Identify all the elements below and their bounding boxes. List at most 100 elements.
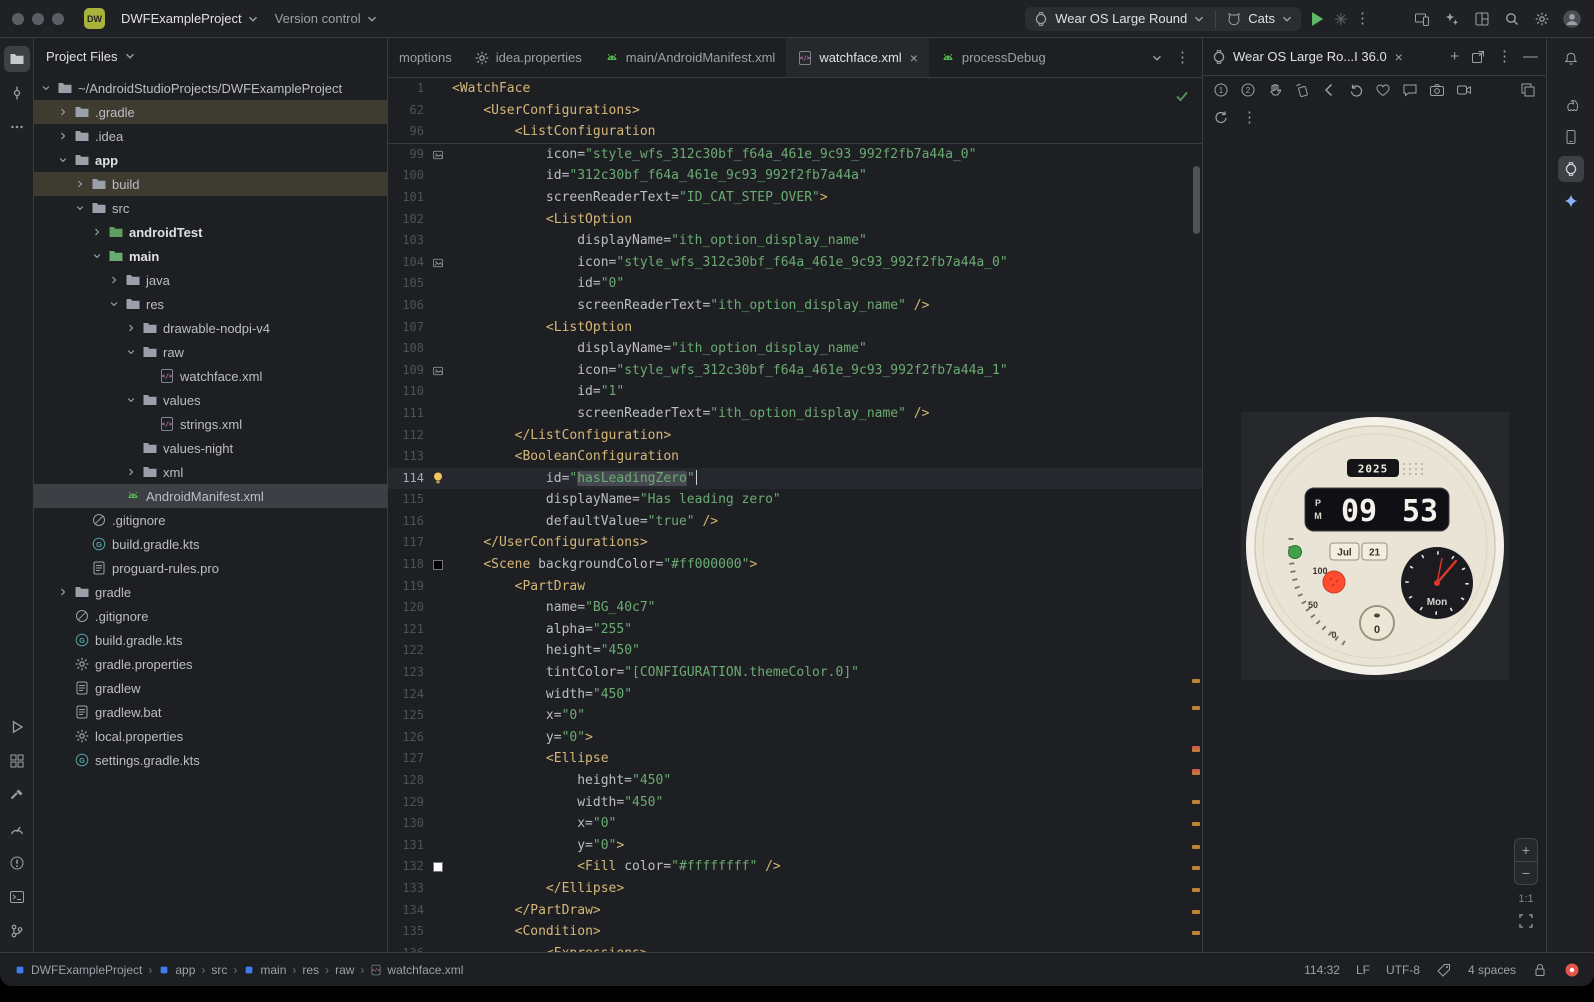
tree-item[interactable]: gradle xyxy=(34,580,387,604)
breadcrumb-item[interactable]: main xyxy=(243,963,286,977)
code-line-1[interactable]: 1 <WatchFace xyxy=(388,78,1202,100)
tilt-icon[interactable] xyxy=(1294,82,1310,98)
code-line-127[interactable]: 127 <Ellipse xyxy=(388,748,1202,770)
breadcrumb-item[interactable]: res xyxy=(302,963,319,977)
project-tool-button[interactable] xyxy=(3,46,30,72)
close-icon[interactable]: × xyxy=(1395,50,1403,64)
zoom-ratio[interactable]: 1:1 xyxy=(1518,893,1533,905)
minimize-window-button[interactable] xyxy=(32,12,44,25)
gradle-tool-button[interactable] xyxy=(1558,92,1584,118)
compare-screens-icon[interactable] xyxy=(1520,82,1536,98)
code-line-118[interactable]: 118 <Scene backgroundColor="#ff000000"> xyxy=(388,554,1202,576)
drawable-preview-icon[interactable] xyxy=(432,365,444,377)
code-line-119[interactable]: 119 <PartDraw xyxy=(388,576,1202,598)
code-line-114[interactable]: 114 id="hasLeadingZero" xyxy=(388,467,1202,490)
tree-item[interactable]: .idea xyxy=(34,124,387,148)
code-line-113[interactable]: 113 <BooleanConfiguration xyxy=(388,446,1202,468)
tree-item[interactable]: AndroidManifest.xml xyxy=(34,484,387,508)
heart-rate-icon[interactable] xyxy=(1375,82,1391,98)
code-line-128[interactable]: 128 height="450" xyxy=(388,770,1202,792)
hide-panel-icon[interactable]: — xyxy=(1523,49,1538,64)
code-line-123[interactable]: 123 tintColor="[CONFIGURATION.themeColor… xyxy=(388,662,1202,684)
code-line-96[interactable]: 96 <ListConfiguration xyxy=(388,121,1202,143)
user-avatar[interactable] xyxy=(1562,9,1582,29)
settings-icon[interactable] xyxy=(1534,11,1550,27)
notifications-tool-button[interactable] xyxy=(1558,46,1584,72)
services-tool-button[interactable] xyxy=(4,748,30,774)
code-line-100[interactable]: 100 id="312c30bf_f64a_461e_9c93_992f2fb7… xyxy=(388,165,1202,187)
tree-item[interactable]: src xyxy=(34,196,387,220)
lock-icon[interactable] xyxy=(1532,962,1548,978)
open-in-window-icon[interactable] xyxy=(1470,49,1486,65)
ai-assistant-icon[interactable] xyxy=(1444,11,1460,27)
breadcrumb-item[interactable]: raw xyxy=(335,963,354,977)
back-icon[interactable] xyxy=(1321,82,1337,98)
profiler-tool-button[interactable] xyxy=(4,816,30,842)
tree-item[interactable]: ~/AndroidStudioProjects/DWFExampleProjec… xyxy=(34,76,387,100)
close-icon[interactable]: × xyxy=(910,51,918,65)
device-screen[interactable]: 2025 P M 09 53 Jul 21 Mon 100 50 0 0 xyxy=(1240,412,1509,680)
editor-tab[interactable]: main/AndroidManifest.xml xyxy=(593,38,787,77)
chevron-down-icon[interactable] xyxy=(125,394,137,406)
tree-item[interactable]: </> watchface.xml xyxy=(34,364,387,388)
search-icon[interactable] xyxy=(1504,11,1520,27)
more-tool-button[interactable] xyxy=(4,114,30,140)
device-selector[interactable]: Wear OS Large Round xyxy=(1055,11,1187,26)
code-line-125[interactable]: 125 x="0" xyxy=(388,705,1202,727)
chevron-right-icon[interactable] xyxy=(57,106,69,118)
code-line-107[interactable]: 107 <ListOption xyxy=(388,317,1202,339)
running-devices-tool-button[interactable] xyxy=(1557,156,1584,182)
breadcrumb-item[interactable]: </> watchface.xml xyxy=(370,963,463,977)
editor-scrollbar[interactable] xyxy=(1193,166,1200,234)
code-line-130[interactable]: 130 x="0" xyxy=(388,813,1202,835)
tree-item[interactable]: res xyxy=(34,292,387,316)
error-indicator[interactable] xyxy=(1564,962,1580,978)
tree-item[interactable]: java xyxy=(34,268,387,292)
tree-item[interactable]: app xyxy=(34,148,387,172)
chevron-down-icon[interactable] xyxy=(124,50,136,62)
code-line-116[interactable]: 116 defaultValue="true" /> xyxy=(388,511,1202,533)
code-line-108[interactable]: 108 displayName="ith_option_display_name… xyxy=(388,338,1202,360)
run-config-selector[interactable]: Cats xyxy=(1248,11,1275,26)
code-line-134[interactable]: 134 </PartDraw> xyxy=(388,900,1202,922)
tree-item[interactable]: .gradle xyxy=(34,100,387,124)
chevron-right-icon[interactable] xyxy=(125,466,137,478)
device-manager-tool-button[interactable] xyxy=(1558,124,1584,150)
tree-item[interactable]: local.properties xyxy=(34,724,387,748)
file-encoding[interactable]: UTF-8 xyxy=(1386,963,1420,977)
breadcrumb-item[interactable]: DWFExampleProject xyxy=(14,963,142,977)
code-line-120[interactable]: 120 name="BG_40c7" xyxy=(388,597,1202,619)
chevron-down-icon[interactable] xyxy=(108,298,120,310)
run-button[interactable] xyxy=(1307,9,1327,29)
version-control-tool-button[interactable] xyxy=(4,918,30,944)
code-line-129[interactable]: 129 width="450" xyxy=(388,792,1202,814)
code-line-136[interactable]: 136 <Expressions> xyxy=(388,943,1202,952)
breadcrumb-item[interactable]: app xyxy=(158,963,195,977)
more-options-icon[interactable]: ⋮ xyxy=(1497,49,1512,64)
tree-item[interactable]: Gsettings.gradle.kts xyxy=(34,748,387,772)
project-menu[interactable]: DWFExampleProject xyxy=(113,7,267,30)
code-line-105[interactable]: 105 id="0" xyxy=(388,273,1202,295)
chevron-down-icon[interactable] xyxy=(40,82,52,94)
project-panel-header[interactable]: Project Files xyxy=(34,38,387,74)
drawable-preview-icon[interactable] xyxy=(432,257,444,269)
device-mirror-icon[interactable] xyxy=(1414,11,1430,27)
zoom-out-button[interactable]: − xyxy=(1515,862,1537,884)
chevron-down-icon[interactable] xyxy=(57,154,69,166)
tag-icon[interactable] xyxy=(1436,962,1452,978)
editor-tab[interactable]: </> watchface.xml × xyxy=(786,38,929,77)
code-line-106[interactable]: 106 screenReaderText="ith_option_display… xyxy=(388,295,1202,317)
run-tool-button[interactable] xyxy=(4,714,30,740)
code-line-135[interactable]: 135 <Condition> xyxy=(388,921,1202,943)
tree-item[interactable]: values xyxy=(34,388,387,412)
code-editor[interactable]: 1 <WatchFace 62 <UserConfigurations> 96 <Li… xyxy=(388,78,1202,952)
chevron-down-icon[interactable] xyxy=(1193,13,1205,25)
chevron-right-icon[interactable] xyxy=(108,274,120,286)
breadcrumb-item[interactable]: src xyxy=(211,963,227,977)
editor-tab[interactable]: idea.properties xyxy=(463,38,593,77)
tree-item[interactable]: build xyxy=(34,172,387,196)
tree-item[interactable]: .gitignore xyxy=(34,604,387,628)
tree-item[interactable]: raw xyxy=(34,340,387,364)
tree-item[interactable]: </> strings.xml xyxy=(34,412,387,436)
inspections-ok-icon[interactable] xyxy=(1174,88,1190,104)
